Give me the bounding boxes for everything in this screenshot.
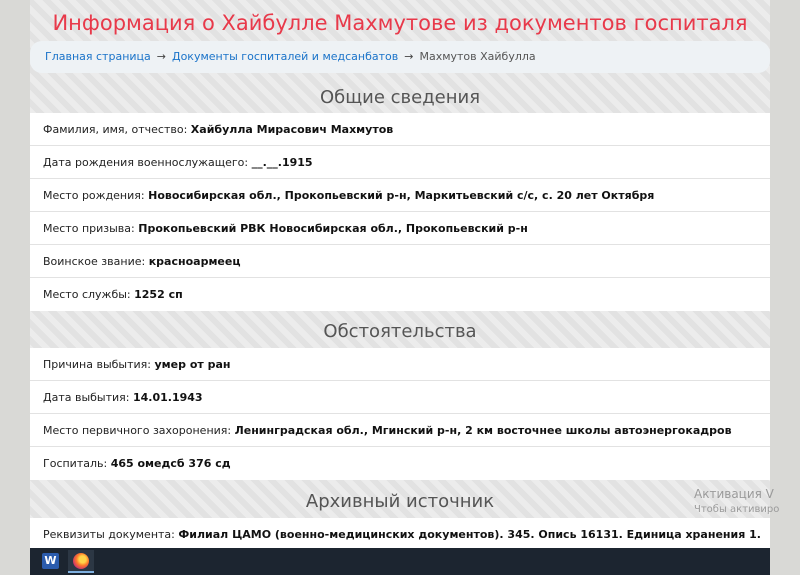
info-row: Госпиталь: 465 омедсб 376 сд: [30, 447, 770, 480]
taskbar-word-button[interactable]: W: [38, 550, 64, 573]
info-row: Место первичного захоронения: Ленинградс…: [30, 414, 770, 447]
watermark-line: Активация V: [694, 487, 774, 501]
row-label: Причина выбытия:: [43, 358, 151, 371]
row-value: Прокопьевский РВК Новосибирская обл., Пр…: [138, 222, 528, 235]
breadcrumb-separator: →: [156, 50, 166, 63]
row-label: Фамилия, имя, отчество:: [43, 123, 188, 136]
row-value: красноармеец: [148, 255, 241, 268]
row-value: Хайбулла Мирасович Махмутов: [190, 123, 394, 136]
archive-card: Реквизиты документа: Филиал ЦАМО (военно…: [30, 518, 770, 548]
row-value: умер от ран: [154, 358, 231, 371]
breadcrumb: Главная страница → Документы госпиталей и …: [30, 41, 770, 73]
word-icon: W: [42, 553, 59, 569]
taskbar: W: [30, 548, 770, 575]
info-row: Место призыва: Прокопьевский РВК Новосиб…: [30, 212, 770, 245]
page-title: Информация о Хайбулле Махмутове из докум…: [52, 11, 748, 35]
row-label: Место призыва:: [43, 222, 135, 235]
row-value: Филиал ЦАМО (военно-медицинских документ…: [178, 528, 761, 541]
row-label: Госпиталь:: [43, 457, 108, 470]
general-card: Фамилия, имя, отчество: Хайбулла Мирасов…: [30, 113, 770, 311]
info-row: Реквизиты документа: Филиал ЦАМО (военно…: [30, 518, 770, 548]
row-label: Реквизиты документа:: [43, 528, 175, 541]
breadcrumb-home-link[interactable]: Главная страница: [45, 50, 151, 63]
breadcrumb-separator: →: [404, 50, 414, 63]
section-title-general: Общие сведения: [319, 87, 481, 108]
info-row: Фамилия, имя, отчество: Хайбулла Мирасов…: [30, 113, 770, 146]
row-value: 465 омедсб 376 сд: [110, 457, 231, 470]
info-row: Место рождения: Новосибирская обл., Прок…: [30, 179, 770, 212]
row-label: Воинское звание:: [43, 255, 146, 268]
info-row: Место службы: 1252 сп: [30, 278, 770, 311]
row-value: 14.01.1943: [133, 391, 203, 404]
info-row: Причина выбытия: умер от ран: [30, 348, 770, 381]
breadcrumb-section-link[interactable]: Документы госпиталей и медсанбатов: [172, 50, 398, 63]
row-value: Ленинградская обл., Мгинский р-н, 2 км в…: [234, 424, 732, 437]
section-title-circumstances: Обстоятельства: [323, 321, 477, 342]
row-value: Новосибирская обл., Прокопьевский р-н, М…: [148, 189, 655, 202]
circumstances-card: Причина выбытия: умер от ран Дата выбыти…: [30, 348, 770, 480]
activation-watermark: Активация V Чтобы активиро: [694, 486, 779, 518]
row-value: __.__.1915: [251, 156, 313, 169]
row-label: Место первичного захоронения:: [43, 424, 232, 437]
firefox-icon: [73, 553, 89, 569]
row-label: Дата выбытия:: [43, 391, 130, 404]
row-value: 1252 сп: [134, 288, 183, 301]
taskbar-firefox-button[interactable]: [68, 550, 94, 573]
row-label: Место рождения:: [43, 189, 145, 202]
info-row: Воинское звание: красноармеец: [30, 245, 770, 278]
info-row: Дата рождения военнослужащего: __.__.191…: [30, 146, 770, 179]
info-row: Дата выбытия: 14.01.1943: [30, 381, 770, 414]
page: Информация о Хайбулле Махмутове из докум…: [30, 0, 770, 548]
row-label: Место службы:: [43, 288, 131, 301]
section-title-archive: Архивный источник: [305, 491, 495, 512]
watermark-line: Чтобы активиро: [694, 504, 780, 515]
breadcrumb-current: Махмутов Хайбулла: [419, 50, 536, 63]
row-label: Дата рождения военнослужащего:: [43, 156, 249, 169]
